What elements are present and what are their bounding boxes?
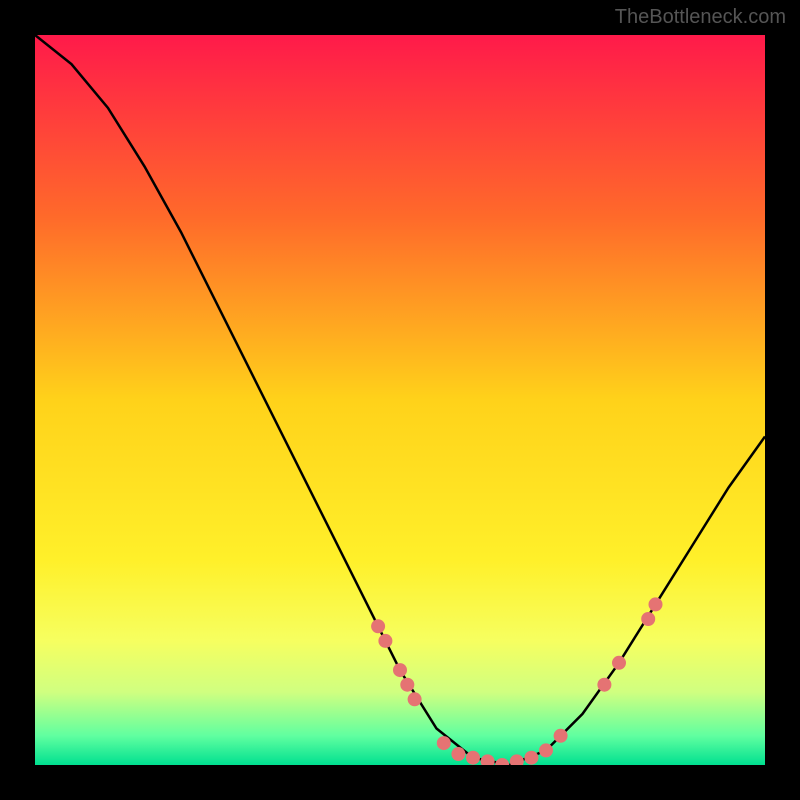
- data-point: [612, 656, 626, 670]
- data-point: [524, 751, 538, 765]
- data-point: [437, 736, 451, 750]
- data-point: [554, 729, 568, 743]
- data-point: [539, 743, 553, 757]
- chart-svg: [35, 35, 765, 765]
- data-point: [400, 678, 414, 692]
- data-point: [451, 747, 465, 761]
- data-point: [393, 663, 407, 677]
- data-point: [597, 678, 611, 692]
- chart-frame: [35, 35, 765, 765]
- gradient-bg: [35, 35, 765, 765]
- watermark-text: TheBottleneck.com: [615, 6, 786, 29]
- data-point: [649, 597, 663, 611]
- data-point: [371, 619, 385, 633]
- data-point: [408, 692, 422, 706]
- data-point: [466, 751, 480, 765]
- data-point: [378, 634, 392, 648]
- data-point: [641, 612, 655, 626]
